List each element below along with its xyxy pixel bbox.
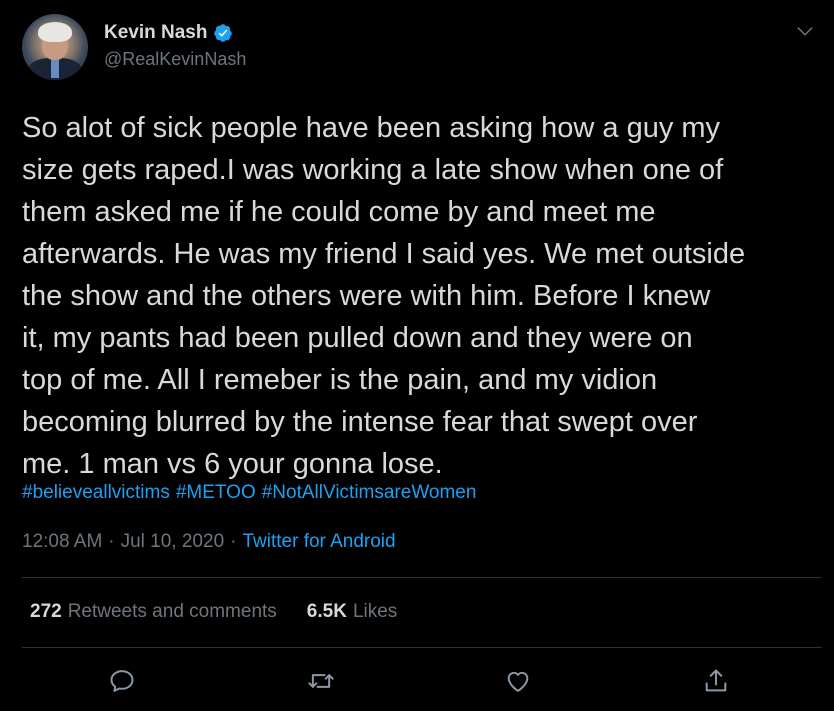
- display-name-row: Kevin Nash: [104, 22, 246, 44]
- retweets-label[interactable]: Retweets and comments: [68, 601, 277, 623]
- tweet-date[interactable]: Jul 10, 2020: [121, 531, 225, 553]
- divider: [22, 577, 822, 578]
- avatar-hair: [38, 22, 72, 42]
- likes-count[interactable]: 6.5K: [307, 601, 347, 623]
- avatar-shirt: [51, 58, 59, 78]
- share-button[interactable]: [700, 665, 732, 697]
- verified-badge-icon: [214, 24, 233, 42]
- like-button[interactable]: [502, 665, 534, 697]
- retweet-icon: [308, 674, 334, 688]
- hashtag-link[interactable]: #NotAllVictimsareWomen: [262, 482, 477, 504]
- tweet-meta: 12:08 AM · Jul 10, 2020 · Twitter for An…: [22, 531, 396, 553]
- divider: [22, 647, 822, 648]
- tweet-card: Kevin Nash @RealKevinNash So alot of sic…: [0, 0, 834, 711]
- tweet-text: So alot of sick people have been asking …: [22, 112, 746, 480]
- author-names: Kevin Nash @RealKevinNash: [104, 22, 246, 70]
- meta-separator: ·: [108, 531, 115, 552]
- tweet-source-link[interactable]: Twitter for Android: [242, 531, 395, 553]
- meta-separator: ·: [230, 531, 237, 552]
- handle[interactable]: @RealKevinNash: [104, 49, 246, 70]
- reply-button[interactable]: [106, 665, 138, 697]
- reply-icon: [110, 670, 134, 692]
- tweet-header: Kevin Nash @RealKevinNash: [22, 14, 246, 80]
- likes-label[interactable]: Likes: [353, 601, 397, 623]
- retweets-count[interactable]: 272: [30, 601, 62, 623]
- avatar[interactable]: [22, 14, 88, 80]
- hashtag-link[interactable]: #METOO: [176, 482, 256, 504]
- share-icon: [705, 669, 727, 692]
- hashtag-link[interactable]: #believeallvictims: [22, 482, 170, 504]
- tweet-time[interactable]: 12:08 AM: [22, 531, 102, 553]
- tweet-stats: 272 Retweets and comments 6.5K Likes: [30, 601, 397, 623]
- tweet-actions: [22, 665, 822, 697]
- hashtags: #believeallvictims #METOO #NotAllVictims…: [22, 482, 476, 504]
- retweet-button[interactable]: [305, 665, 337, 697]
- heart-icon: [507, 671, 529, 692]
- display-name[interactable]: Kevin Nash: [104, 22, 207, 44]
- chevron-down-icon[interactable]: [796, 22, 814, 40]
